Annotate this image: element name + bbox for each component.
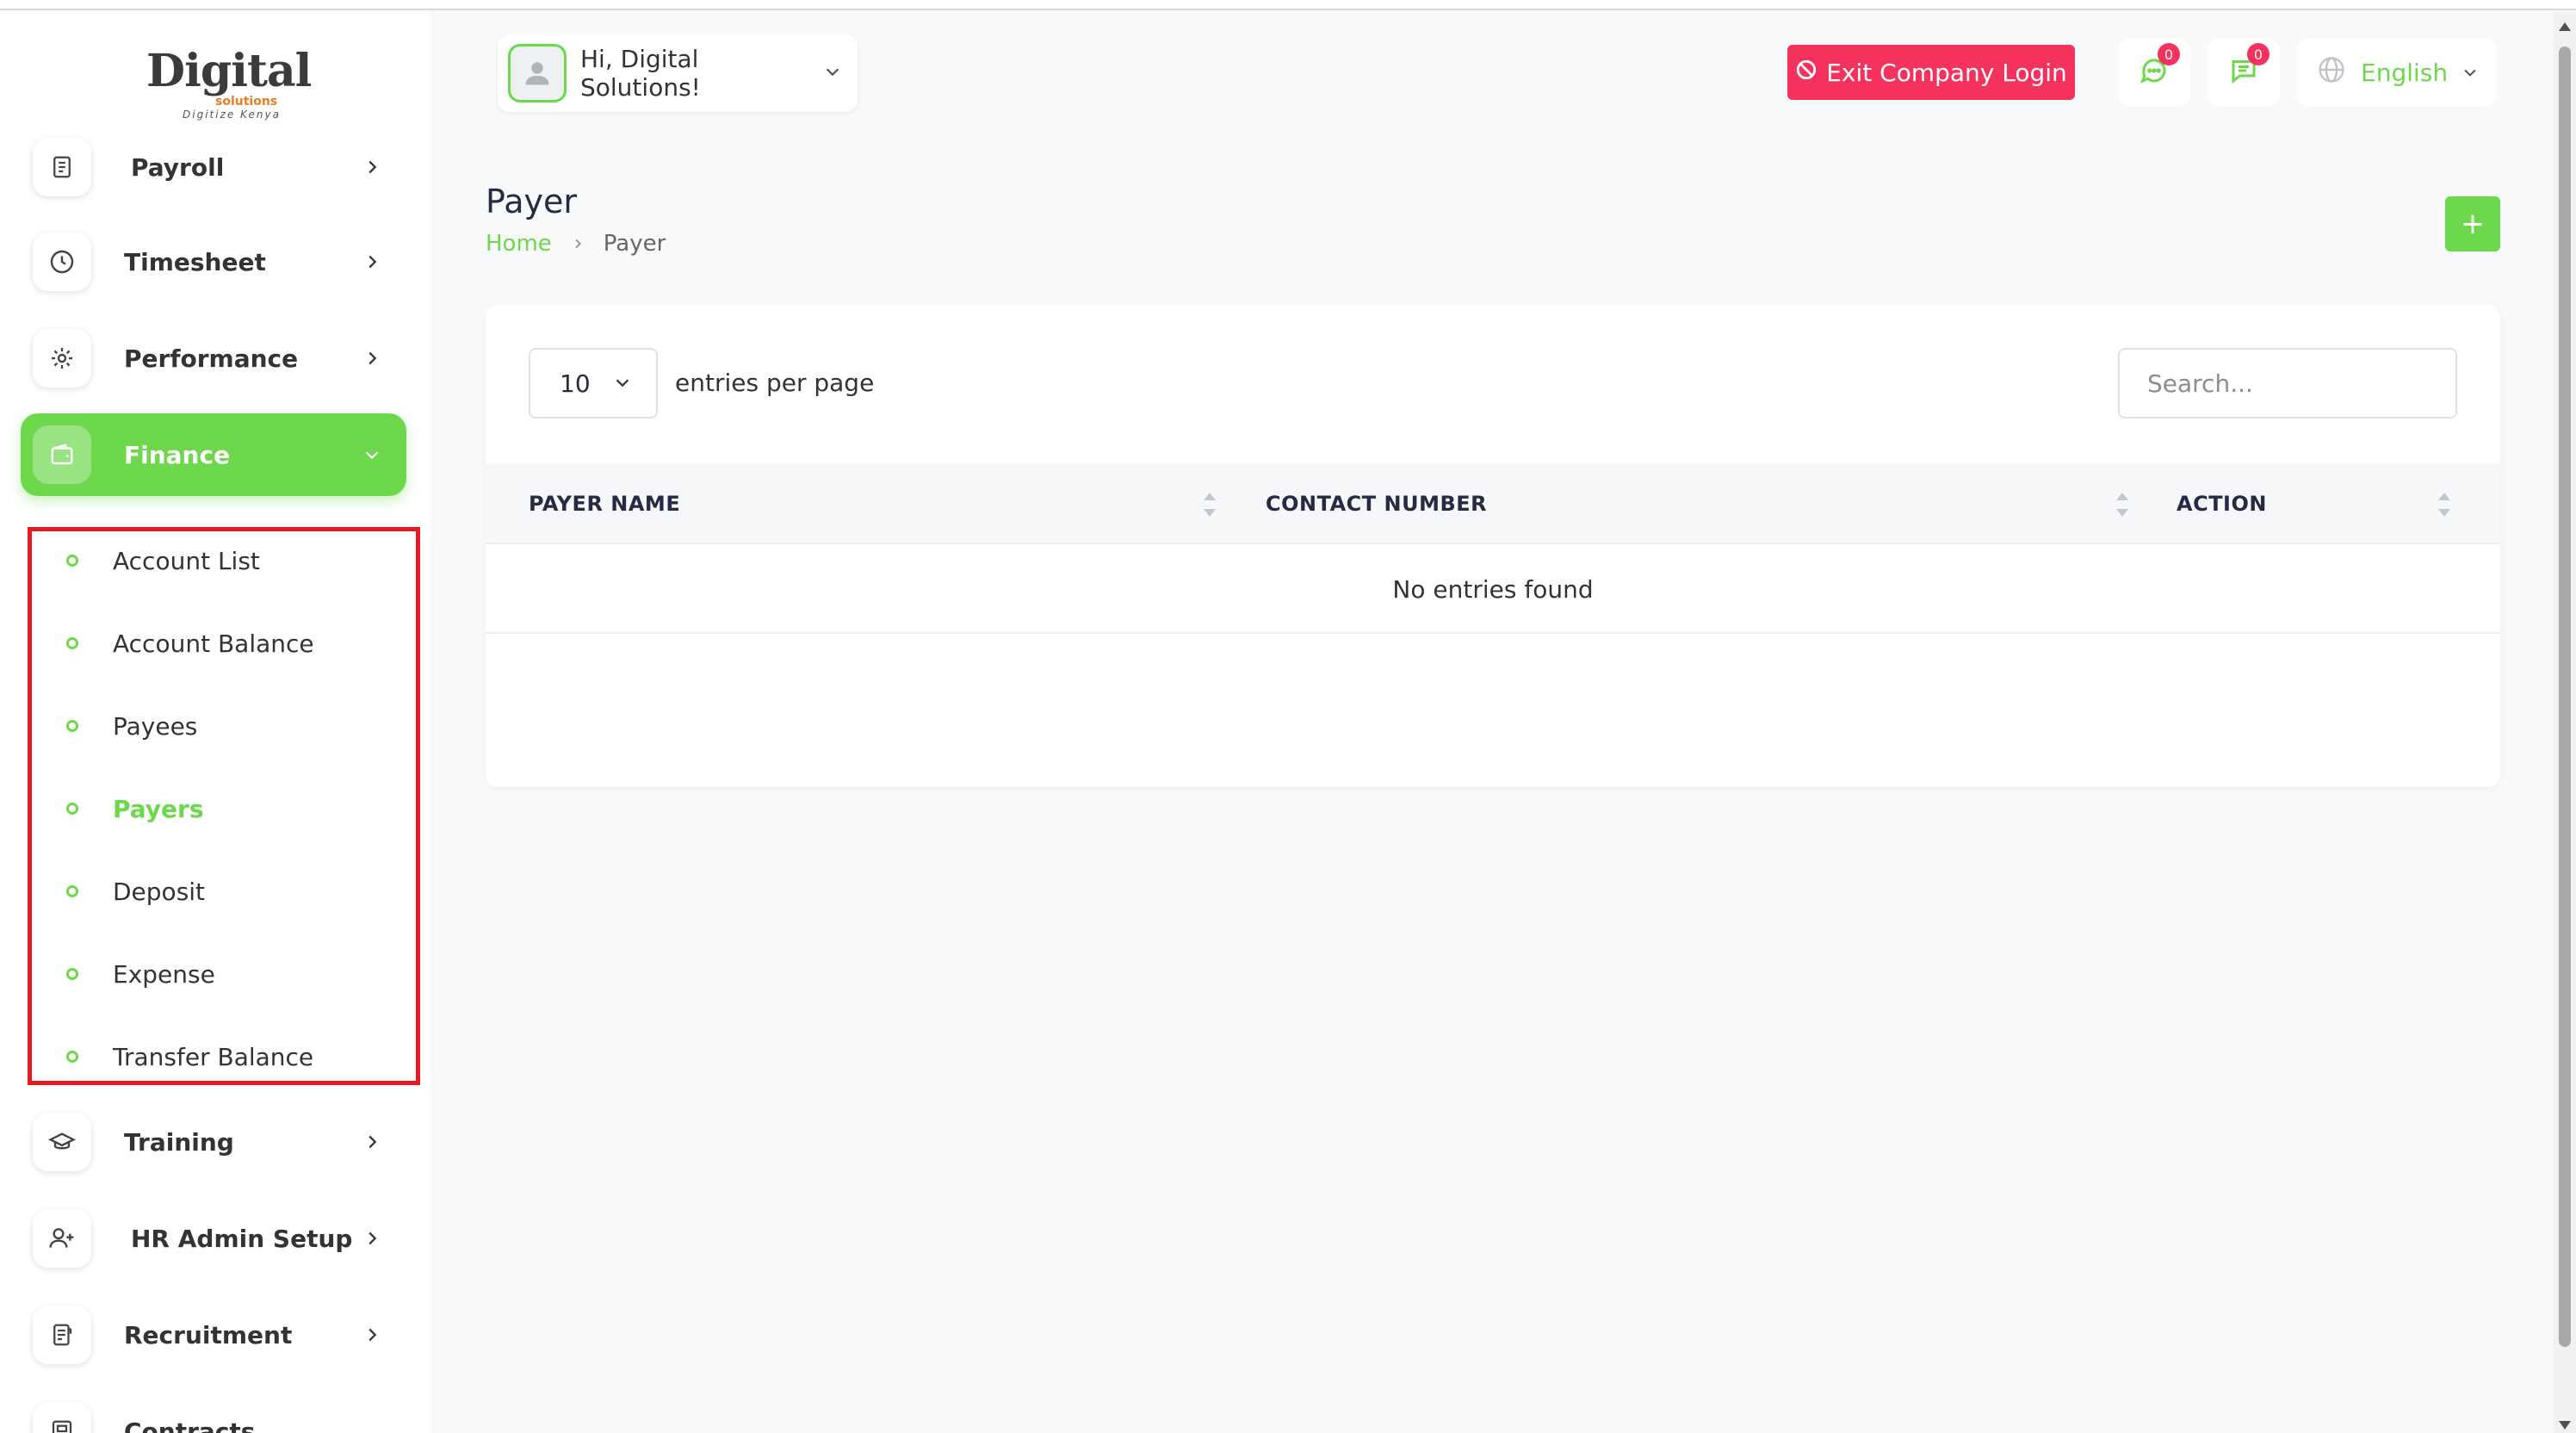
column-header-payer-name[interactable]: PAYER NAME (529, 463, 680, 544)
sort-icon[interactable] (1204, 493, 1216, 517)
search-input[interactable] (2118, 348, 2457, 419)
logo-sub-text: solutions (215, 95, 278, 109)
logo-tagline: Digitize Kenya (183, 109, 281, 121)
scrollbar-thumb[interactable] (2559, 47, 2571, 1347)
add-payer-button[interactable]: + (2445, 196, 2500, 251)
exit-company-login-button[interactable]: Exit Company Login (1787, 45, 2075, 100)
performance-icon (33, 329, 91, 388)
scroll-down-icon[interactable] (2559, 1421, 2571, 1430)
language-label: English (2361, 58, 2449, 87)
messages-badge: 0 (2247, 43, 2269, 65)
wallet-icon (33, 425, 91, 484)
table-empty-message: No entries found (486, 546, 2500, 634)
breadcrumb-current: Payer (603, 231, 666, 257)
bullet-icon (66, 720, 78, 732)
messages-button[interactable]: 0 (2208, 38, 2280, 107)
plus-icon: + (2460, 207, 2486, 241)
chat-button[interactable]: 0 (2118, 38, 2190, 107)
submenu-item-payees[interactable]: Payees (66, 700, 197, 752)
sidebar-item-label: Timesheet (124, 247, 266, 276)
chevron-right-icon (355, 158, 389, 177)
user-plus-icon (33, 1209, 91, 1268)
chat-badge: 0 (2158, 43, 2180, 65)
chevron-right-icon (355, 252, 389, 271)
entries-per-page-label: entries per page (675, 369, 875, 397)
submenu-item-account-balance[interactable]: Account Balance (66, 617, 314, 669)
sidebar-item-contracts[interactable]: Contracts (21, 1390, 406, 1433)
breadcrumb-home-link[interactable]: Home (486, 231, 552, 257)
exit-company-login-label: Exit Company Login (1826, 58, 2067, 87)
submenu-item-payers[interactable]: Payers (66, 783, 204, 834)
sidebar-item-finance[interactable]: Finance (21, 413, 406, 496)
sidebar-item-label: Recruitment (124, 1320, 293, 1349)
chevron-right-icon (355, 1325, 389, 1344)
page-scrollbar[interactable] (2554, 12, 2576, 1433)
bullet-icon (66, 803, 78, 815)
column-header-action[interactable]: ACTION (2177, 463, 2267, 544)
globe-icon (2316, 54, 2347, 91)
sidebar-item-label: Training (124, 1127, 234, 1157)
sidebar-item-hr-admin-setup[interactable]: HR Admin Setup (21, 1197, 406, 1280)
table-header: PAYER NAME CONTACT NUMBER ACTION (486, 463, 2500, 544)
sidebar-item-timesheet[interactable]: Timesheet (21, 220, 406, 303)
chevron-right-icon (571, 231, 585, 257)
receipt-icon (33, 138, 91, 196)
user-greeting: Hi, Digital Solutions! (580, 45, 701, 102)
entries-per-page-value: 10 (560, 369, 591, 398)
submenu-item-account-list[interactable]: Account List (66, 535, 260, 586)
sidebar-item-performance[interactable]: Performance (21, 317, 406, 400)
sidebar: Digital solutions Digitize Kenya Payroll… (0, 12, 430, 1433)
submenu-item-label: Account List (113, 546, 260, 575)
payer-table-card: 10 entries per page PAYER NAME CONTACT N… (486, 305, 2500, 787)
sidebar-item-label: Performance (124, 344, 299, 373)
chevron-right-icon (355, 1132, 389, 1151)
submenu-item-label: Deposit (113, 877, 206, 906)
column-header-contact-number[interactable]: CONTACT NUMBER (1266, 463, 1487, 544)
entries-per-page-select[interactable]: 10 (529, 348, 658, 419)
chevron-right-icon (355, 349, 389, 368)
document-icon (33, 1306, 91, 1364)
sidebar-item-label: HR Admin Setup (131, 1224, 353, 1253)
sort-icon[interactable] (2116, 493, 2128, 517)
sidebar-item-training[interactable]: Training (21, 1101, 406, 1183)
avatar (508, 44, 567, 102)
bullet-icon (66, 555, 78, 567)
bullet-icon (66, 885, 78, 897)
sidebar-item-label: Contracts (124, 1417, 256, 1433)
submenu-item-label: Account Balance (113, 629, 314, 658)
sort-icon[interactable] (2438, 493, 2450, 517)
chevron-down-icon (613, 369, 632, 398)
company-logo[interactable]: Digital solutions Digitize Kenya (146, 45, 312, 127)
chevron-down-icon (823, 62, 842, 84)
bullet-icon (66, 1051, 78, 1063)
clock-icon (33, 233, 91, 291)
sidebar-item-payroll[interactable]: Payroll (21, 126, 406, 208)
submenu-item-label: Transfer Balance (113, 1042, 314, 1071)
browser-top-edge (0, 0, 2576, 10)
chevron-down-icon (355, 445, 389, 464)
contract-icon (33, 1402, 91, 1433)
breadcrumb: Home Payer (486, 231, 666, 257)
submenu-item-deposit[interactable]: Deposit (66, 865, 205, 917)
bullet-icon (66, 637, 78, 649)
graduation-cap-icon (33, 1113, 91, 1171)
ban-icon (1795, 59, 1817, 87)
chevron-right-icon (355, 1229, 389, 1248)
sidebar-item-recruitment[interactable]: Recruitment (21, 1293, 406, 1376)
submenu-item-label: Payees (113, 711, 198, 741)
language-selector[interactable]: English (2297, 38, 2497, 107)
submenu-item-label: Payers (113, 794, 204, 823)
user-menu-button[interactable]: Hi, Digital Solutions! (498, 34, 858, 112)
submenu-item-transfer-balance[interactable]: Transfer Balance (66, 1031, 313, 1083)
sidebar-item-label: Finance (124, 440, 231, 469)
bullet-icon (66, 968, 78, 980)
sidebar-item-label: Payroll (131, 152, 225, 182)
page-title: Payer (486, 183, 577, 220)
submenu-item-expense[interactable]: Expense (66, 948, 215, 1000)
submenu-item-label: Expense (113, 959, 215, 989)
chevron-down-icon (2461, 59, 2479, 87)
logo-main-text: Digital (146, 45, 312, 97)
scroll-up-icon[interactable] (2559, 22, 2571, 31)
finance-submenu: Account List Account Balance Payees Paye… (28, 527, 420, 1085)
